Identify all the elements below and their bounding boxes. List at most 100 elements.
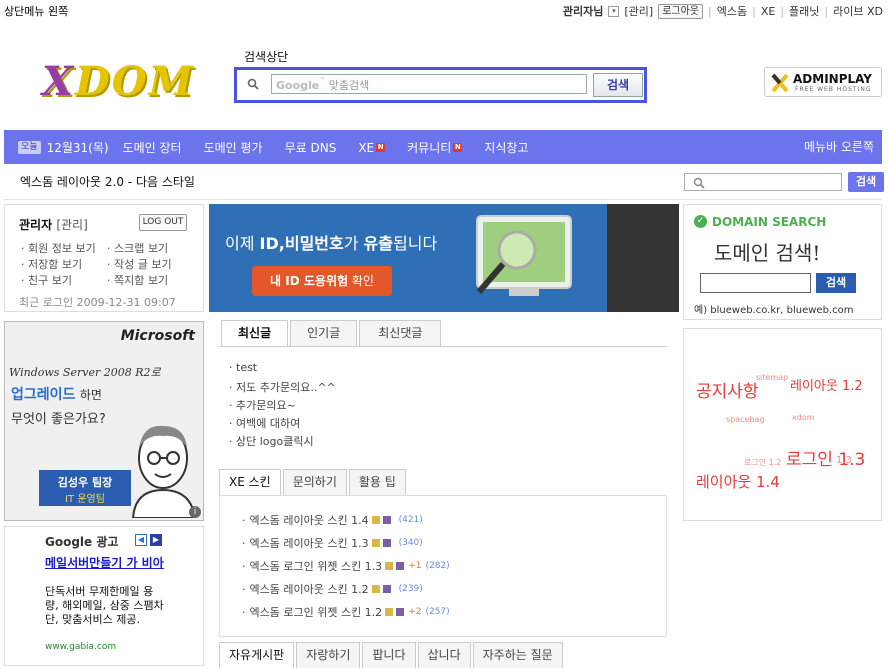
tab-brag[interactable]: 자랑하기 <box>296 642 361 668</box>
tab-faq[interactable]: 자주하는 질문 <box>472 642 563 668</box>
last-login: 최근 로그인 2009-12-31 09:07 <box>19 296 176 309</box>
scrap-link[interactable]: 스크랩 보기 <box>114 242 168 255</box>
next-arrow-icon[interactable]: ▶ <box>150 534 162 546</box>
post-link[interactable]: 저도 추가문의요..^^ <box>236 381 336 394</box>
image-icon <box>385 608 394 616</box>
domain-input[interactable] <box>700 273 811 293</box>
domain-search-button[interactable]: 검색 <box>816 273 856 293</box>
login-user-name: 관리자 <box>19 218 53 232</box>
logout-button[interactable]: LOG OUT <box>139 214 187 231</box>
ms-team: IT 운영팀 <box>65 494 105 505</box>
nav-item-domain-eval[interactable]: 도메인 평가 <box>204 139 263 156</box>
info-icon[interactable]: i <box>189 506 201 518</box>
domain-search-title: DOMAIN SEARCH <box>712 215 827 229</box>
image-icon <box>371 539 380 547</box>
search-placeholder: 맞춤검색 <box>328 79 370 92</box>
tag-login12[interactable]: 로그인 1.2 <box>744 457 781 468</box>
google-ad-title: Google 광고 <box>45 535 119 549</box>
tag-login13[interactable]: 로그인 1.3 <box>786 445 865 470</box>
logo-x: X <box>42 58 76 105</box>
microsoft-ad[interactable]: Microsoft Windows Server 2008 R2로 업그레이드 … <box>4 321 204 521</box>
tag-sitemap[interactable]: sitemap <box>756 373 788 382</box>
top-link-live-xd[interactable]: 라이브 XD <box>833 3 883 19</box>
tab-xe-skin[interactable]: XE 스킨 <box>219 469 281 495</box>
nav-item-knowledge[interactable]: 지식창고 <box>484 139 528 156</box>
prev-arrow-icon[interactable]: ◀ <box>135 534 147 546</box>
check-circle-icon: ✓ <box>694 215 707 228</box>
nav-item-domain-market[interactable]: 도메인 장터 <box>123 139 182 156</box>
ms-upgrade: 업그레이드 <box>11 387 76 403</box>
google-ad-headline[interactable]: 메일서버만들기 가 비아 <box>45 557 175 570</box>
security-banner[interactable]: 이제 ID,비밀번호가 유출됩니다 내 ID 도용위험 확인 <box>209 204 679 312</box>
ms-line1: Windows Server 2008 R2로 <box>9 366 161 379</box>
nav-date: 12월31(목) <box>46 141 109 155</box>
adminplay-ad[interactable]: ADMINPLAY FREE WEB HOSTING <box>764 67 882 97</box>
sub-search-button[interactable]: 검색 <box>848 172 884 192</box>
list-item[interactable]: · 엑스돔 레이아웃 스킨 1.3 (340) <box>242 535 423 551</box>
ms-person-tag: 김성우 팀장 IT 운영팀 <box>39 470 131 506</box>
image-icon <box>385 562 394 570</box>
tab-sell[interactable]: 팝니다 <box>362 642 416 668</box>
friends-link[interactable]: 친구 보기 <box>28 274 72 287</box>
user-dropdown-icon[interactable]: ▾ <box>608 5 620 17</box>
list-item[interactable]: · 엑스돔 로그인 위젯 스킨 1.3 +1 (282) <box>242 558 450 574</box>
divider <box>4 199 882 200</box>
tab-tips[interactable]: 활용 팁 <box>348 469 406 495</box>
sub-search-input[interactable] <box>684 173 842 191</box>
banner-button[interactable]: 내 ID 도용위험 확인 <box>252 266 392 296</box>
nav-item-community[interactable]: 커뮤니티 N <box>407 139 463 156</box>
top-link-xe[interactable]: XE <box>761 5 776 18</box>
latest-posts-panel: · test · 저도 추가문의요..^^ · 추가문의요~ · 여백에 대하여… <box>219 346 667 458</box>
post-link[interactable]: 여백에 대하여 <box>236 417 300 430</box>
xe-skin-panel: · 엑스돔 레이아웃 스킨 1.4 (421) · 엑스돔 레이아웃 스킨 1.3… <box>219 495 667 637</box>
nav-right-menu[interactable]: 메뉴바 오른쪽 <box>804 138 874 155</box>
top-link-xdom[interactable]: 엑스돔 <box>717 3 747 19</box>
search-button[interactable]: 검색 <box>593 73 643 97</box>
file-icon <box>382 585 391 593</box>
adminplay-logo-icon <box>771 73 789 93</box>
tag-layout14[interactable]: 레이아웃 1.4 <box>696 471 780 492</box>
new-badge-icon: N <box>376 143 386 152</box>
image-icon <box>371 516 380 524</box>
ms-person: 김성우 팀장 <box>57 476 113 489</box>
google-ad-url[interactable]: www.gabia.com <box>45 642 116 652</box>
tag-small13[interactable]: 1.3 <box>836 455 852 466</box>
search-input[interactable]: Google™ 맞춤검색 <box>271 74 587 94</box>
tag-layout12[interactable]: 레이아웃 1.2 <box>790 375 863 394</box>
nav-item-free-dns[interactable]: 무료 DNS <box>285 139 337 156</box>
post-link[interactable]: 추가문의요~ <box>236 399 296 412</box>
login-admin-link[interactable]: [관리] <box>56 218 87 232</box>
top-logout-button[interactable]: 로그아웃 <box>658 3 703 19</box>
member-info-link[interactable]: 회원 정보 보기 <box>28 242 96 255</box>
person-illustration <box>131 425 197 518</box>
file-icon <box>382 539 391 547</box>
top-admin-link[interactable]: [관리] <box>624 3 653 19</box>
list-item[interactable]: · 엑스돔 로그인 위젯 스킨 1.2 +2 (257) <box>242 604 450 620</box>
google-watermark: Google <box>276 79 320 92</box>
tab-popular[interactable]: 인기글 <box>290 320 358 346</box>
tag-xdom[interactable]: xdom <box>792 413 815 422</box>
post-link[interactable]: test <box>236 361 257 374</box>
adminplay-brand: ADMINPLAY <box>793 72 872 86</box>
user-name: 관리자님 <box>562 5 604 18</box>
post-link[interactable]: 상단 logo클릭시 <box>236 435 314 448</box>
ms-line3: 무엇이 좋은가요? <box>11 412 106 427</box>
site-logo[interactable]: XDOM <box>42 58 195 105</box>
tab-inquiry[interactable]: 문의하기 <box>282 469 347 495</box>
nav-item-xe[interactable]: XE N <box>358 141 386 155</box>
tabs-latest: 최신글 인기글 최신댓글 <box>221 320 443 346</box>
tab-latest-posts[interactable]: 최신글 <box>221 320 289 346</box>
tag-spacebag[interactable]: spacebag <box>726 415 765 424</box>
top-right-menu: 관리자님 ▾ [관리] 로그아웃 | 엑스돔 | XE | 플래닛 | 라이브 … <box>562 3 883 19</box>
logo-dom: DOM <box>75 58 195 105</box>
saved-link[interactable]: 저장함 보기 <box>28 258 82 271</box>
list-item[interactable]: · 엑스돔 레이아웃 스킨 1.4 (421) <box>242 512 423 528</box>
list-item[interactable]: · 엑스돔 레이아웃 스킨 1.2 (239) <box>242 581 423 597</box>
top-link-planet[interactable]: 플래닛 <box>789 3 819 19</box>
tag-notice[interactable]: 공지사항 <box>696 377 759 402</box>
tab-free-board[interactable]: 자유게시판 <box>219 642 295 668</box>
my-posts-link[interactable]: 작성 글 보기 <box>114 258 172 271</box>
tab-buy[interactable]: 삽니다 <box>417 642 471 668</box>
messages-link[interactable]: 쪽지함 보기 <box>114 274 168 287</box>
tab-latest-comments[interactable]: 최신댓글 <box>359 320 442 346</box>
